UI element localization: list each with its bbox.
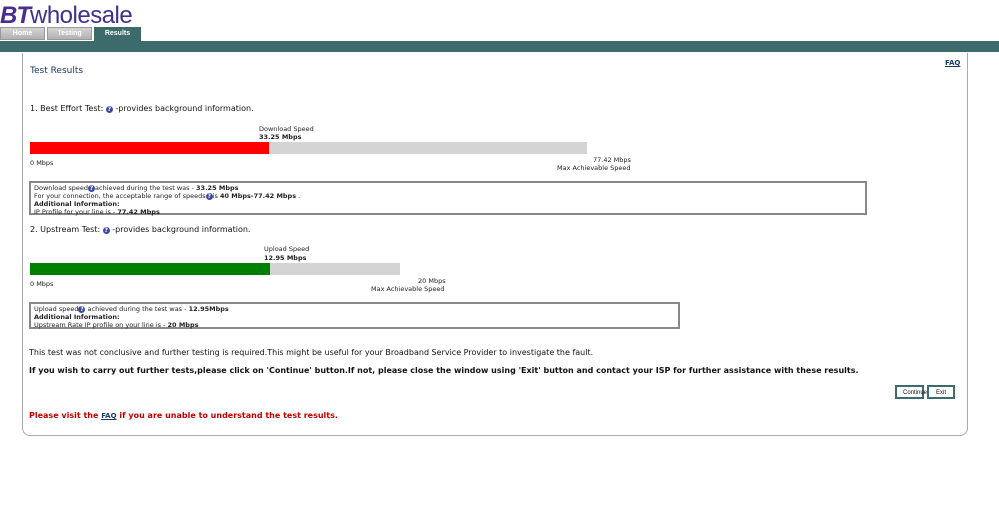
logo-bt: BT	[0, 2, 31, 29]
download-info-line4: IP Profile for your line is - 77.42 Mbps	[34, 208, 862, 216]
tab-testing[interactable]: Testing	[47, 27, 92, 40]
download-min-label: 0 Mbps	[30, 159, 54, 167]
info-icon[interactable]: ?	[105, 106, 113, 113]
upload-speed-value: 12.95 Mbps	[264, 254, 307, 262]
upload-line1-label: Upload speed	[34, 305, 79, 313]
upstream-heading-label: 2. Upstream Test:	[30, 225, 101, 234]
upstream-heading: 2. Upstream Test: ? -provides background…	[30, 225, 250, 234]
download-line4-value: 77.42 Mbps	[117, 208, 160, 216]
download-additional-info: Additional Information:	[34, 200, 120, 208]
download-speed-title: Download Speed	[259, 125, 314, 133]
download-speed-value: 33.25 Mbps	[259, 133, 302, 141]
page-title: Test Results	[30, 66, 84, 76]
faq-warning-text-end: if you are unable to understand the test…	[116, 411, 338, 420]
best-effort-heading: 1. Best Effort Test: ? -provides backgro…	[30, 104, 254, 113]
download-line2-value: 40 Mbps-77.42 Mbps	[219, 192, 297, 200]
upload-line3-label: Upstream Rate IP profile on your line is…	[34, 321, 168, 329]
upload-info-line1: Upload speed? achieved during the test w…	[34, 305, 675, 313]
nav-tabs: Home Testing Results	[0, 27, 143, 41]
upload-max-caption: Max Achievable Speed	[371, 285, 445, 293]
download-line2-text: is	[212, 192, 220, 200]
upload-max-label: 20 Mbps	[418, 277, 446, 285]
logo-wholesale: wholesale	[30, 2, 133, 29]
upload-min-label: 0 Mbps	[30, 280, 54, 288]
upstream-heading-suffix: -provides background information.	[112, 225, 251, 234]
download-max-label: 77.42 Mbps	[593, 156, 631, 164]
faq-warning: Please visit the FAQ if you are unable t…	[29, 411, 338, 420]
download-line1-label: Download speed	[34, 184, 89, 192]
tab-results[interactable]: Results	[94, 27, 141, 41]
faq-warning-text: Please visit the	[29, 411, 102, 420]
upload-speed-fill	[30, 263, 270, 275]
upload-info-line3: Upstream Rate IP profile on your line is…	[34, 321, 675, 329]
upload-speed-track	[30, 263, 400, 275]
download-line1-value: 33.25 Mbps	[196, 184, 239, 192]
upload-line1-value: 12.95Mbps	[188, 305, 229, 313]
upload-speed-title: Upload Speed	[264, 245, 310, 253]
upload-line1-text: achieved during the test was -	[85, 305, 189, 313]
info-icon[interactable]: ?	[205, 193, 213, 200]
download-line4-label: IP Profile for your line is -	[34, 208, 118, 216]
download-speed-track	[30, 142, 587, 154]
best-effort-heading-label: 1. Best Effort Test:	[30, 104, 104, 113]
faq-link[interactable]: FAQ	[945, 59, 960, 67]
download-speed-fill	[30, 142, 270, 154]
upload-line3-value: 20 Mbps	[167, 321, 199, 329]
best-effort-heading-suffix: -provides background information.	[115, 104, 254, 113]
instructions-note: If you wish to carry out further tests,p…	[29, 366, 859, 375]
continue-button[interactable]: Continue	[895, 385, 927, 399]
faq-warning-link[interactable]: FAQ	[101, 412, 116, 420]
download-info-line1: Download speed? achieved during the test …	[34, 184, 862, 192]
download-max-caption: Max Achievable Speed	[557, 164, 631, 172]
inconclusive-note: This test was not conclusive and further…	[29, 348, 594, 357]
info-icon[interactable]: ?	[102, 227, 110, 234]
exit-button[interactable]: Exit	[927, 385, 955, 399]
download-line1-text: achieved during the test was -	[95, 184, 197, 192]
info-icon[interactable]: ?	[88, 185, 96, 192]
tab-home[interactable]: Home	[0, 27, 45, 40]
upload-additional-info: Additional Information:	[34, 313, 120, 321]
download-line2-end: .	[296, 192, 301, 200]
download-info-box: Download speed? achieved during the test …	[29, 181, 867, 216]
upload-info-box: Upload speed? achieved during the test w…	[29, 302, 680, 329]
download-info-line2: For your connection, the acceptable rang…	[34, 192, 862, 200]
download-line2-label: For your connection, the acceptable rang…	[34, 192, 206, 200]
bt-wholesale-logo: BTwholesale	[0, 2, 133, 29]
header-strip	[0, 41, 999, 52]
